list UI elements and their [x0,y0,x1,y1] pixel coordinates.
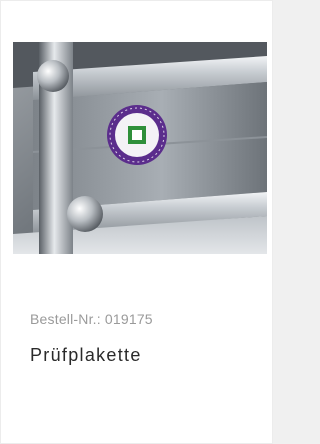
inspection-sticker-icon [107,105,167,165]
product-name[interactable]: Prüfplakette [30,345,142,366]
order-number-label: Bestell-Nr.: [30,311,101,327]
product-card[interactable]: Bestell-Nr.: 019175 Prüfplakette [0,0,273,444]
order-number: Bestell-Nr.: 019175 [30,311,153,327]
product-image[interactable] [13,42,267,254]
order-number-value: 019175 [104,311,153,327]
